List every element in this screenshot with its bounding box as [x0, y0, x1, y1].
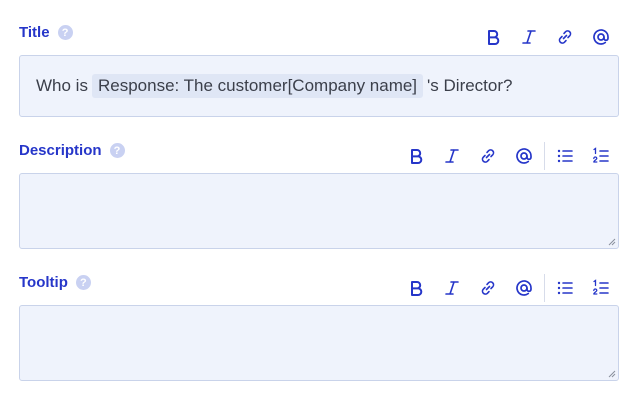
- mention-button[interactable]: [583, 24, 619, 50]
- numbered-list-button[interactable]: [583, 143, 619, 169]
- mention-button[interactable]: [506, 275, 542, 301]
- mention-icon: [593, 29, 609, 45]
- link-icon: [481, 281, 495, 295]
- bold-button[interactable]: [398, 143, 434, 169]
- bulleted-list-button[interactable]: [547, 275, 583, 301]
- help-icon[interactable]: ?: [57, 25, 73, 40]
- title-text-before: Who is: [36, 76, 88, 95]
- italic-button[interactable]: [511, 24, 547, 50]
- bold-icon: [411, 149, 423, 164]
- response-pill[interactable]: Response: The customer[Company name]: [91, 74, 424, 98]
- bulleted-list-button[interactable]: [547, 143, 583, 169]
- tooltip-label: Tooltip: [19, 274, 68, 291]
- mention-icon: [516, 148, 532, 164]
- numbered-list-icon: [593, 147, 609, 163]
- link-button[interactable]: [470, 143, 506, 169]
- tooltip-toolbar: [398, 274, 619, 302]
- title-label-row: Title ?: [19, 24, 73, 41]
- description-toolbar: [398, 142, 619, 170]
- toolbar-divider: [544, 142, 545, 170]
- title-label: Title: [19, 24, 50, 41]
- tooltip-label-row: Tooltip ?: [19, 274, 91, 291]
- bold-button[interactable]: [475, 24, 511, 50]
- italic-icon: [522, 30, 536, 44]
- title-text-after: 's Director?: [427, 76, 513, 95]
- link-button[interactable]: [547, 24, 583, 50]
- help-icon[interactable]: ?: [75, 275, 91, 290]
- mention-icon: [516, 280, 532, 296]
- resize-handle-icon[interactable]: [608, 370, 616, 378]
- title-input[interactable]: Who is Response: The customer[Company na…: [19, 55, 619, 117]
- tooltip-section: Tooltip ?: [19, 262, 619, 382]
- link-icon: [481, 149, 495, 163]
- title-content: Who is Response: The customer[Company na…: [36, 74, 512, 98]
- italic-icon: [445, 281, 459, 295]
- link-icon: [558, 30, 572, 44]
- italic-icon: [445, 149, 459, 163]
- italic-button[interactable]: [434, 143, 470, 169]
- bold-icon: [411, 281, 423, 296]
- link-button[interactable]: [470, 275, 506, 301]
- title-toolbar: [475, 24, 619, 50]
- numbered-list-icon: [593, 279, 609, 295]
- mention-button[interactable]: [506, 143, 542, 169]
- description-section: Description ?: [19, 130, 619, 250]
- tooltip-input[interactable]: [19, 305, 619, 381]
- bulleted-list-icon: [557, 149, 573, 163]
- toolbar-divider: [544, 274, 545, 302]
- bold-button[interactable]: [398, 275, 434, 301]
- resize-handle-icon[interactable]: [608, 238, 616, 246]
- italic-button[interactable]: [434, 275, 470, 301]
- numbered-list-button[interactable]: [583, 275, 619, 301]
- description-label: Description: [19, 142, 102, 159]
- description-label-row: Description ?: [19, 142, 125, 159]
- description-input[interactable]: [19, 173, 619, 249]
- bold-icon: [488, 30, 500, 45]
- help-icon[interactable]: ?: [109, 143, 125, 158]
- bulleted-list-icon: [557, 281, 573, 295]
- title-section: Title ? Who is Response: The customer[Co…: [19, 0, 619, 120]
